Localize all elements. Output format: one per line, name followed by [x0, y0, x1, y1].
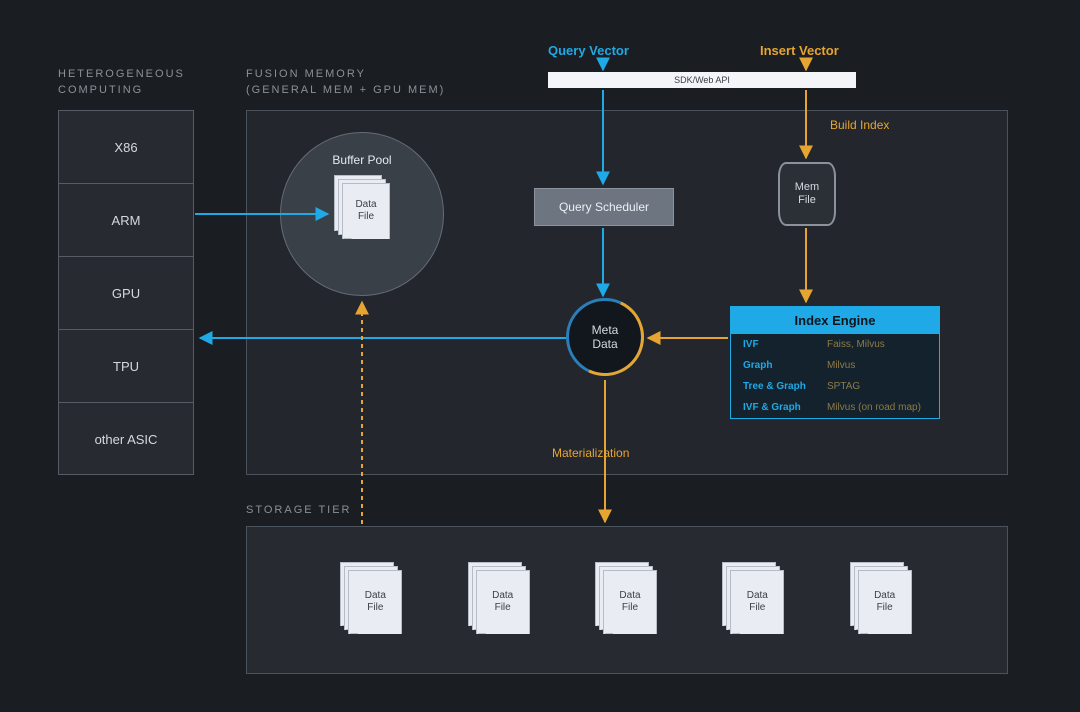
buffer-pool: Buffer Pool DataFile [280, 132, 444, 296]
ie-row-graph: GraphMilvus [731, 355, 939, 376]
hc-item-x86: X86 [59, 111, 193, 184]
query-vector-label: Query Vector [548, 43, 629, 58]
storage-file-1: DataFile [340, 562, 404, 638]
insert-vector-label: Insert Vector [760, 43, 839, 58]
index-engine-title: Index Engine [731, 307, 939, 334]
fm-title-1: FUSION MEMORY [246, 68, 366, 80]
ie-row-tree: Tree & GraphSPTAG [731, 376, 939, 397]
query-scheduler-box: Query Scheduler [534, 188, 674, 226]
heterogeneous-computing-box: X86 ARM GPU TPU other ASIC [58, 110, 194, 475]
meta-data-node: MetaData [566, 298, 644, 376]
fm-title-2: (GENERAL MEM + GPU MEM) [246, 84, 445, 96]
ie-row-ivfgraph: IVF & GraphMilvus (on road map) [731, 397, 939, 418]
ie-row-ivf: IVFFaiss, Milvus [731, 334, 939, 355]
st-title: STORAGE TIER [246, 504, 352, 516]
index-engine-box: Index Engine IVFFaiss, Milvus GraphMilvu… [730, 306, 940, 419]
hc-title-1: HETEROGENEOUS [58, 68, 185, 80]
buffer-pool-file-icon: DataFile [334, 175, 390, 241]
buffer-pool-label: Buffer Pool [332, 153, 391, 167]
hc-item-asic: other ASIC [59, 403, 193, 476]
mem-file-node: MemFile [778, 162, 836, 226]
hc-title-2: COMPUTING [58, 84, 143, 96]
sdk-web-api-bar: SDK/Web API [548, 72, 856, 88]
hc-item-arm: ARM [59, 184, 193, 257]
hc-item-gpu: GPU [59, 257, 193, 330]
storage-file-5: DataFile [850, 562, 914, 638]
materialization-label: Materialization [552, 446, 629, 460]
storage-file-4: DataFile [722, 562, 786, 638]
storage-file-3: DataFile [595, 562, 659, 638]
storage-file-2: DataFile [468, 562, 532, 638]
storage-tier-box: DataFile DataFile DataFile DataFile Data… [246, 526, 1008, 674]
build-index-label: Build Index [830, 118, 889, 132]
hc-item-tpu: TPU [59, 330, 193, 403]
